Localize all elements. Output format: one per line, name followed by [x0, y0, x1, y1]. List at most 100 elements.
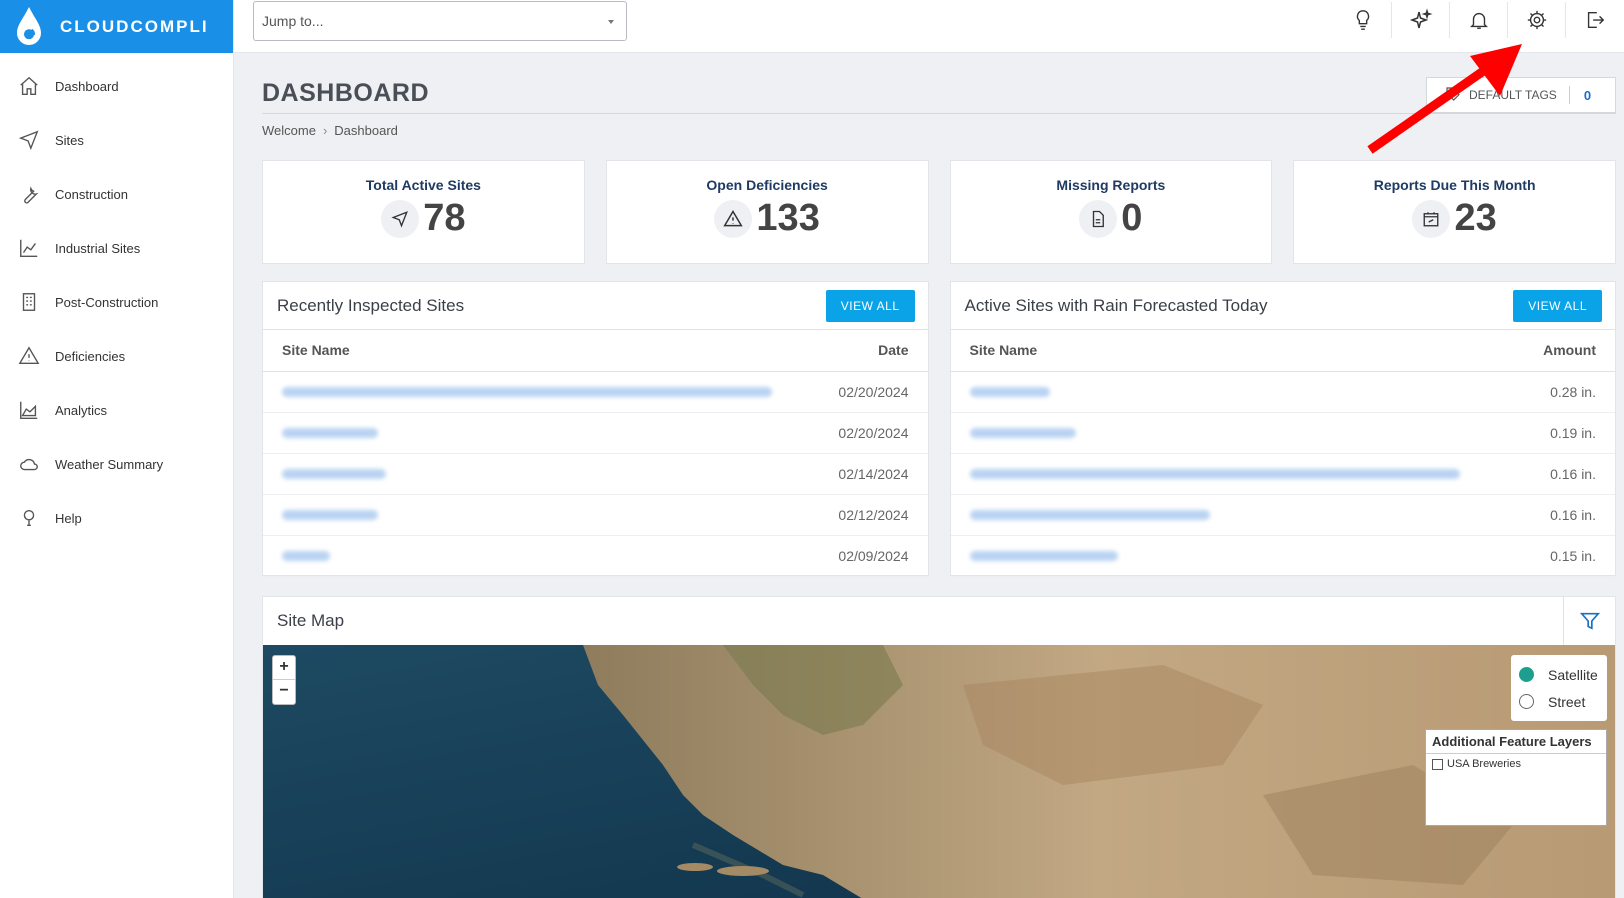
- bell-icon[interactable]: [1450, 2, 1508, 38]
- breadcrumb-item-welcome[interactable]: Welcome: [262, 123, 316, 138]
- layer-usa-breweries[interactable]: USA Breweries: [1426, 754, 1606, 774]
- table-row[interactable]: 0.15 in.: [950, 535, 1615, 577]
- warning-icon: [714, 199, 753, 238]
- view-all-button[interactable]: VIEW ALL: [1513, 289, 1602, 322]
- stat-reports-due[interactable]: Reports Due This Month 23: [1293, 160, 1616, 264]
- stat-label: Total Active Sites: [365, 177, 481, 193]
- building-icon: [17, 290, 41, 314]
- stat-value: 133: [756, 197, 820, 239]
- basemap-switcher: Satellite Street: [1511, 655, 1607, 721]
- zoom-in-button[interactable]: +: [273, 656, 295, 680]
- site-name-cell[interactable]: [263, 494, 815, 536]
- site-name-cell[interactable]: [263, 535, 815, 577]
- stat-value: 0: [1121, 197, 1143, 239]
- recent-table: Site Name Date 02/20/2024 02/20/2024 02/1…: [263, 330, 928, 577]
- feature-layers-title: Additional Feature Layers: [1426, 730, 1606, 754]
- table-row[interactable]: 02/20/2024: [263, 371, 928, 413]
- table-row[interactable]: 02/12/2024: [263, 494, 928, 536]
- stat-missing-reports[interactable]: Missing Reports 0: [949, 160, 1273, 264]
- sidebar: CLOUDCOMPLI Dashboard Sites Construction…: [0, 0, 234, 898]
- chevron-down-icon: [608, 20, 614, 24]
- radio-unselected[interactable]: [1519, 694, 1534, 709]
- filter-icon[interactable]: [1563, 597, 1615, 645]
- table-row[interactable]: 0.16 in.: [950, 453, 1615, 495]
- logout-icon[interactable]: [1566, 2, 1624, 38]
- stat-value: 78: [423, 197, 466, 239]
- stat-label: Missing Reports: [1056, 177, 1166, 193]
- sidebar-item-label: Deficiencies: [55, 348, 126, 364]
- table-row[interactable]: 02/14/2024: [263, 453, 928, 495]
- panel-title: Active Sites with Rain Forecasted Today: [964, 295, 1268, 315]
- date-cell: 02/09/2024: [814, 535, 928, 577]
- column-header[interactable]: Site Name: [950, 330, 1518, 372]
- navigation-icon: [17, 128, 41, 152]
- sidebar-item-dashboard[interactable]: Dashboard: [0, 59, 233, 113]
- help-icon: [17, 506, 41, 530]
- area-chart-icon: [17, 398, 41, 422]
- site-name-cell[interactable]: [263, 412, 815, 454]
- sidebar-item-analytics[interactable]: Analytics: [0, 383, 233, 437]
- date-cell: 02/20/2024: [814, 412, 928, 454]
- panels-row: Recently Inspected Sites VIEW ALL Site N…: [262, 281, 1616, 577]
- basemap-option-satellite[interactable]: Satellite: [1519, 661, 1599, 688]
- site-map-card: Site Map + − Satellite Street Additional…: [262, 596, 1616, 898]
- table-row[interactable]: 0.28 in.: [950, 371, 1615, 413]
- warning-icon: [17, 344, 41, 368]
- view-all-button[interactable]: VIEW ALL: [825, 289, 915, 322]
- table-row[interactable]: 02/09/2024: [263, 535, 928, 577]
- sidebar-item-construction[interactable]: Construction: [0, 167, 233, 221]
- cloud-icon: [17, 452, 41, 476]
- table-row[interactable]: 0.19 in.: [950, 412, 1615, 454]
- sidebar-item-label: Weather Summary: [55, 456, 164, 472]
- default-tags-count: 0: [1583, 87, 1592, 103]
- home-icon: [17, 74, 41, 98]
- sidebar-item-weather-summary[interactable]: Weather Summary: [0, 437, 233, 491]
- lightbulb-icon[interactable]: [1334, 2, 1392, 38]
- sidebar-item-label: Analytics: [55, 402, 108, 418]
- amount-cell: 0.15 in.: [1517, 535, 1615, 577]
- basemap-option-street[interactable]: Street: [1519, 688, 1599, 715]
- date-cell: 02/12/2024: [814, 494, 928, 536]
- zoom-out-button[interactable]: −: [273, 680, 295, 704]
- satellite-map[interactable]: + − Satellite Street Additional Feature …: [263, 645, 1615, 898]
- annotation-arrow: [1367, 44, 1522, 154]
- jump-to-placeholder: Jump to...: [262, 13, 324, 29]
- site-name-cell[interactable]: [950, 494, 1518, 536]
- site-name-cell[interactable]: [263, 371, 815, 413]
- basemap-label: Street: [1548, 693, 1586, 710]
- site-name-cell[interactable]: [263, 453, 815, 495]
- amount-cell: 0.16 in.: [1517, 494, 1615, 536]
- table-row[interactable]: 02/20/2024: [263, 412, 928, 454]
- column-header[interactable]: Date: [814, 330, 928, 372]
- top-icons: [1334, 0, 1624, 40]
- industry-chart-icon: [17, 236, 41, 260]
- sidebar-item-label: Construction: [55, 186, 128, 202]
- site-name-cell[interactable]: [950, 371, 1518, 413]
- sidebar-item-deficiencies[interactable]: Deficiencies: [0, 329, 233, 383]
- stat-open-deficiencies[interactable]: Open Deficiencies 133: [605, 160, 929, 264]
- breadcrumb-item-dashboard: Dashboard: [334, 123, 398, 138]
- amount-cell: 0.16 in.: [1517, 453, 1615, 495]
- column-header[interactable]: Amount: [1517, 330, 1615, 372]
- stat-total-active-sites[interactable]: Total Active Sites 78: [262, 160, 585, 264]
- site-name-cell[interactable]: [950, 412, 1518, 454]
- table-row[interactable]: 0.16 in.: [950, 494, 1615, 536]
- rain-table: Site Name Amount 0.28 in. 0.19 in. 0.16 i…: [950, 330, 1615, 577]
- stats-row: Total Active Sites 78 Open Deficiencies …: [262, 160, 1616, 264]
- site-name-cell[interactable]: [950, 535, 1518, 577]
- brand-header[interactable]: CLOUDCOMPLI: [0, 0, 233, 53]
- sidebar-item-help[interactable]: Help: [0, 491, 233, 545]
- jump-to-select[interactable]: Jump to...: [253, 1, 627, 41]
- checkbox[interactable]: [1432, 758, 1443, 770]
- sidebar-item-industrial-sites[interactable]: Industrial Sites: [0, 221, 233, 275]
- basemap-label: Satellite: [1548, 666, 1598, 683]
- sidebar-item-post-construction[interactable]: Post-Construction: [0, 275, 233, 329]
- radio-selected[interactable]: [1519, 667, 1534, 682]
- column-header[interactable]: Site Name: [263, 330, 815, 372]
- site-name-cell[interactable]: [950, 453, 1518, 495]
- gear-icon[interactable]: [1508, 2, 1566, 38]
- sparkle-icon[interactable]: [1392, 2, 1450, 38]
- navigation-icon: [381, 199, 420, 238]
- sidebar-item-sites[interactable]: Sites: [0, 113, 233, 167]
- amount-cell: 0.19 in.: [1517, 412, 1615, 454]
